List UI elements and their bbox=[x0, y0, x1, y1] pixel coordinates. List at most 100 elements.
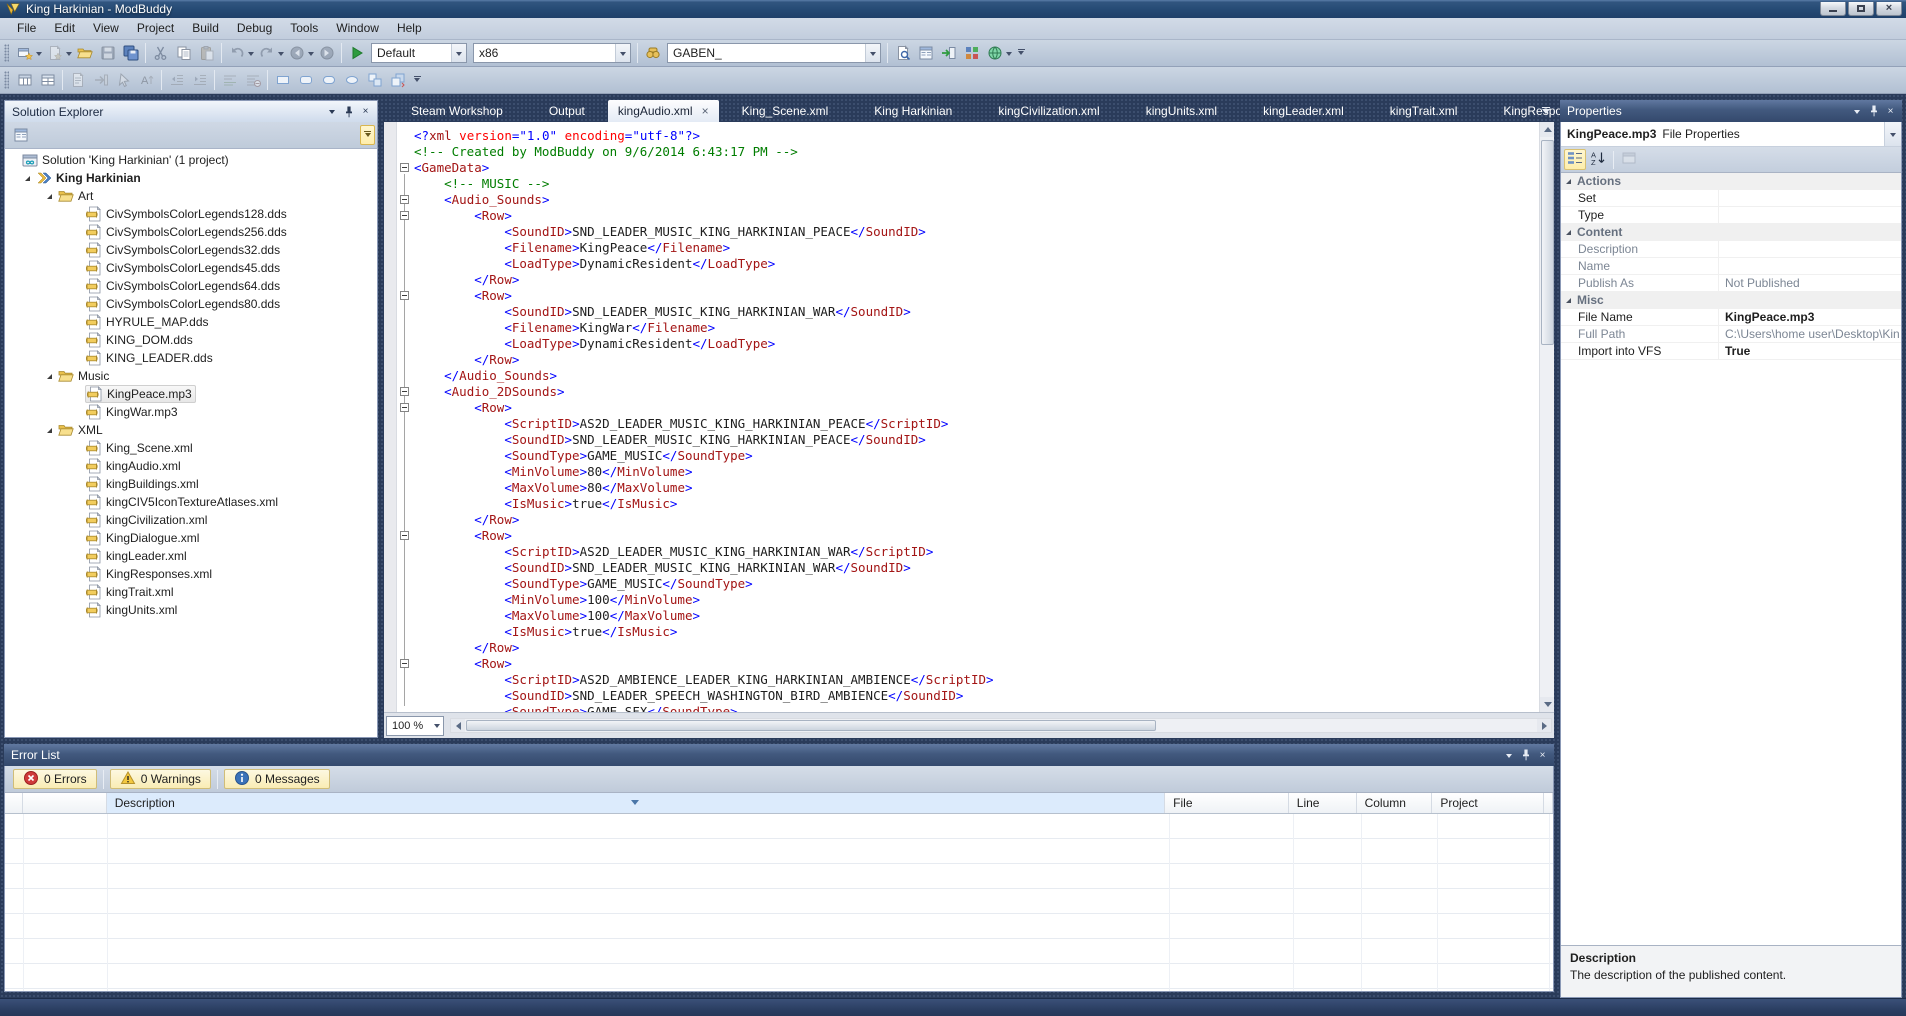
zoom-dropdown[interactable]: 100 % bbox=[386, 715, 444, 736]
cut-button[interactable] bbox=[149, 42, 172, 64]
search-dropdown-icon[interactable] bbox=[865, 44, 880, 62]
configuration-dropdown-icon[interactable] bbox=[451, 44, 466, 62]
navigate-backward-button[interactable] bbox=[285, 42, 308, 64]
properties-window-button[interactable] bbox=[9, 125, 33, 146]
fold-toggle-icon[interactable] bbox=[400, 659, 409, 668]
fold-toggle-icon[interactable] bbox=[400, 387, 409, 396]
tree-item[interactable]: CivSymbolsColorLegends45.dds bbox=[5, 259, 377, 277]
tree-item[interactable]: KingWar.mp3 bbox=[5, 403, 377, 421]
toolbar-grip[interactable] bbox=[4, 44, 9, 62]
search-combo[interactable]: GABEN_ bbox=[667, 43, 881, 63]
toolbar-grip[interactable] bbox=[4, 71, 9, 89]
fold-toggle-icon[interactable] bbox=[400, 403, 409, 412]
document-tab[interactable]: Output bbox=[526, 101, 608, 122]
fold-toggle-icon[interactable] bbox=[400, 291, 409, 300]
property-pages-button[interactable] bbox=[1618, 149, 1640, 170]
close-panel-icon[interactable]: × bbox=[358, 105, 373, 119]
expander-icon[interactable] bbox=[41, 373, 57, 379]
decrease-indent-button[interactable] bbox=[165, 69, 188, 91]
shape-rounded-3-button[interactable] bbox=[340, 69, 363, 91]
tree-item[interactable]: kingAudio.xml bbox=[5, 457, 377, 475]
new-project-dropdown-icon[interactable] bbox=[34, 42, 43, 64]
grid-table-alt-button[interactable] bbox=[36, 69, 59, 91]
column-header-line[interactable]: Line bbox=[1288, 793, 1357, 813]
tree-item[interactable]: kingBuildings.xml bbox=[5, 475, 377, 493]
new-project-button[interactable] bbox=[13, 42, 36, 64]
close-panel-icon[interactable]: × bbox=[1535, 748, 1550, 762]
menu-item-view[interactable]: View bbox=[84, 18, 128, 39]
column-header-description[interactable]: Description bbox=[106, 793, 1166, 813]
web-browser-dropdown-icon[interactable] bbox=[1004, 42, 1013, 64]
column-header-project[interactable]: Project bbox=[1432, 793, 1544, 813]
pointer-button[interactable] bbox=[112, 69, 135, 91]
tree-item[interactable]: kingLeader.xml bbox=[5, 547, 377, 565]
shape-rounded-2-button[interactable] bbox=[317, 69, 340, 91]
vertical-scroll-thumb[interactable] bbox=[1541, 140, 1554, 345]
tree-item[interactable]: kingUnits.xml bbox=[5, 601, 377, 619]
property-value[interactable]: KingPeace.mp3 bbox=[1719, 309, 1901, 325]
paste-button[interactable] bbox=[195, 42, 218, 64]
find-in-files-button[interactable] bbox=[891, 42, 914, 64]
close-tab-icon[interactable]: × bbox=[702, 105, 709, 117]
maximize-button[interactable] bbox=[1848, 2, 1874, 16]
copy-button[interactable] bbox=[172, 42, 195, 64]
categorized-button[interactable] bbox=[1564, 149, 1586, 170]
object-dropdown-icon[interactable] bbox=[1884, 122, 1901, 146]
document-tab[interactable]: kingUnits.xml bbox=[1123, 101, 1240, 122]
tree-item[interactable]: CivSymbolsColorLegends64.dds bbox=[5, 277, 377, 295]
category-expander-icon[interactable] bbox=[1566, 229, 1571, 235]
document-tab[interactable]: King_Scene.xml bbox=[719, 101, 852, 122]
tree-item[interactable]: Solution 'King Harkinian' (1 project) bbox=[5, 151, 377, 169]
toolbar-options-button[interactable] bbox=[360, 125, 375, 145]
minimize-button[interactable] bbox=[1820, 2, 1846, 16]
alphabetical-button[interactable]: AZ bbox=[1587, 149, 1609, 170]
bring-to-front-button[interactable] bbox=[386, 69, 409, 91]
scroll-left-icon[interactable] bbox=[451, 719, 465, 732]
uncomment-button[interactable] bbox=[241, 69, 264, 91]
window-position-button[interactable] bbox=[1501, 748, 1516, 762]
tree-item[interactable]: Music bbox=[5, 367, 377, 385]
tree-item[interactable]: KING_DOM.dds bbox=[5, 331, 377, 349]
import-into-vfs-button[interactable] bbox=[937, 42, 960, 64]
platform-dropdown-icon[interactable] bbox=[615, 44, 630, 62]
code-area[interactable]: <?xml version="1.0" encoding="utf-8"?> <!… bbox=[414, 122, 1539, 712]
column-header-blank[interactable] bbox=[22, 793, 107, 813]
expander-icon[interactable] bbox=[41, 427, 57, 433]
editor-vertical-scrollbar[interactable] bbox=[1539, 122, 1554, 712]
menu-item-build[interactable]: Build bbox=[183, 18, 228, 39]
properties-header[interactable]: Properties × bbox=[1560, 100, 1902, 122]
property-category-row[interactable]: Actions bbox=[1561, 173, 1901, 190]
go-to-definition-button[interactable] bbox=[89, 69, 112, 91]
tree-item[interactable]: CivSymbolsColorLegends128.dds bbox=[5, 205, 377, 223]
menu-item-tools[interactable]: Tools bbox=[281, 18, 327, 39]
tree-item[interactable]: KingResponses.xml bbox=[5, 565, 377, 583]
save-button[interactable] bbox=[96, 42, 119, 64]
tree-item[interactable]: kingCivilization.xml bbox=[5, 511, 377, 529]
menu-item-file[interactable]: File bbox=[8, 18, 45, 39]
open-file-button[interactable] bbox=[73, 42, 96, 64]
tree-item[interactable]: King Harkinian bbox=[5, 169, 377, 187]
errors-filter-button[interactable]: 0 Errors bbox=[13, 769, 97, 789]
tree-item[interactable]: KING_LEADER.dds bbox=[5, 349, 377, 367]
zoom-dropdown-icon[interactable] bbox=[430, 717, 443, 735]
document-tab[interactable]: Steam Workshop bbox=[388, 101, 526, 122]
xml-editor[interactable]: <?xml version="1.0" encoding="utf-8"?> <!… bbox=[384, 122, 1554, 712]
platform-combo[interactable]: x86 bbox=[473, 43, 631, 63]
category-expander-icon[interactable] bbox=[1566, 178, 1571, 184]
auto-hide-pin-button[interactable] bbox=[341, 105, 356, 119]
extension-manager-button[interactable] bbox=[960, 42, 983, 64]
group-shapes-button[interactable] bbox=[363, 69, 386, 91]
undo-button[interactable] bbox=[225, 42, 248, 64]
property-category-row[interactable]: Misc bbox=[1561, 292, 1901, 309]
tree-item[interactable]: kingCIV5IconTextureAtlases.xml bbox=[5, 493, 377, 511]
window-position-button[interactable] bbox=[324, 105, 339, 119]
property-value[interactable]: Not Published bbox=[1719, 275, 1901, 291]
outline-margin[interactable] bbox=[397, 122, 414, 712]
menu-item-debug[interactable]: Debug bbox=[228, 18, 281, 39]
properties-window-button[interactable] bbox=[914, 42, 937, 64]
scroll-down-icon[interactable] bbox=[1540, 697, 1554, 712]
configuration-combo[interactable]: Default bbox=[371, 43, 467, 63]
scroll-up-icon[interactable] bbox=[1540, 122, 1554, 137]
menu-item-window[interactable]: Window bbox=[327, 18, 388, 39]
document-tab-active[interactable]: kingAudio.xml × bbox=[607, 100, 719, 122]
